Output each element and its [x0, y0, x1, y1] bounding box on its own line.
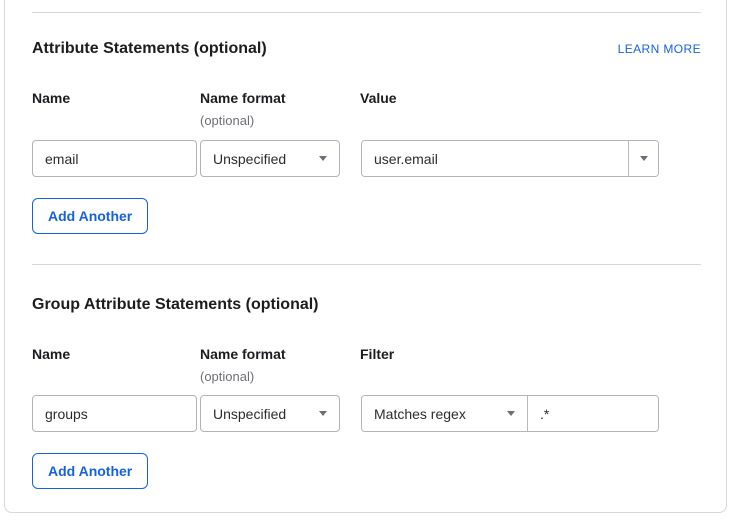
group-name-input[interactable] [32, 395, 197, 432]
group-attribute-statements-section-header: Group Attribute Statements (optional) [32, 295, 701, 315]
saml-settings-card: Attribute Statements (optional) LEARN MO… [4, 0, 727, 513]
group-filter-type-selected-value: Matches regex [374, 405, 466, 422]
group-filter-type-select[interactable]: Matches regex [362, 396, 528, 431]
learn-more-link[interactable]: LEARN MORE [618, 42, 701, 57]
name-format-optional-note: (optional) [200, 113, 255, 128]
add-another-group-attribute-button[interactable]: Add Another [32, 453, 149, 489]
group-filter-combo: Matches regex [361, 395, 659, 432]
attribute-column-headers: Name Name format Value [32, 89, 701, 107]
name-format-optional-note: (optional) [200, 369, 255, 384]
caret-down-icon [319, 411, 327, 416]
attribute-statement-row: Unspecified [32, 140, 701, 177]
section-divider-top [32, 12, 701, 13]
group-name-format-selected-value: Unspecified [213, 405, 287, 422]
group-attribute-statements-title: Group Attribute Statements (optional) [32, 296, 319, 313]
column-header-name-format: Name format [200, 90, 286, 106]
attribute-name-format-select[interactable]: Unspecified [200, 140, 340, 177]
column-header-name: Name [32, 346, 71, 362]
attribute-value-combo [361, 140, 659, 177]
group-column-headers: Name Name format Filter [32, 345, 701, 363]
attribute-statements-title: Attribute Statements (optional) [32, 40, 267, 57]
column-header-filter: Filter [360, 346, 395, 362]
attribute-statements-section-header: Attribute Statements (optional) LEARN MO… [32, 39, 701, 59]
attribute-name-format-selected-value: Unspecified [213, 150, 287, 167]
group-name-format-select[interactable]: Unspecified [200, 395, 340, 432]
caret-down-icon [639, 156, 648, 161]
attribute-value-dropdown-button[interactable] [628, 141, 658, 176]
add-another-attribute-button[interactable]: Add Another [32, 198, 149, 234]
caret-down-icon [319, 156, 327, 161]
column-header-name: Name [32, 90, 71, 106]
group-filter-value-input[interactable] [528, 396, 658, 431]
column-header-value: Value [360, 90, 397, 106]
attribute-value-input[interactable] [362, 141, 628, 176]
attribute-name-input[interactable] [32, 140, 197, 177]
group-attribute-statement-row: Unspecified Matches regex [32, 395, 701, 432]
caret-down-icon [507, 411, 515, 416]
column-header-name-format: Name format [200, 346, 286, 362]
section-divider-middle [32, 264, 701, 265]
